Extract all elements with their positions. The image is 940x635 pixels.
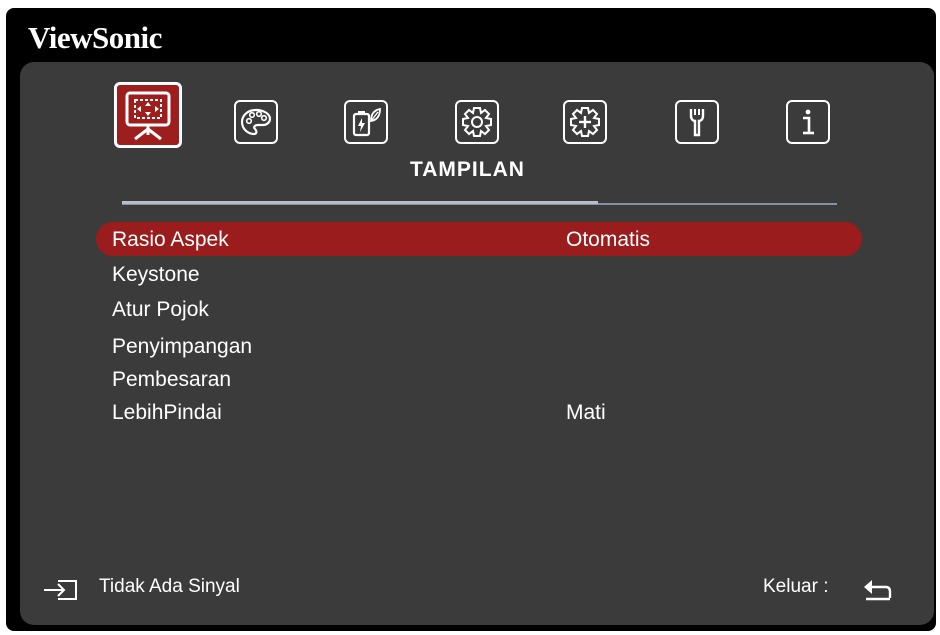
palette-icon <box>240 108 272 136</box>
menu-item-value: Mati <box>566 401 606 424</box>
menu-item-label: Atur Pojok <box>112 298 209 321</box>
source-status-text: Tidak Ada Sinyal <box>99 576 240 597</box>
tab-color[interactable] <box>234 100 278 144</box>
section-title: TAMPILAN <box>410 158 525 181</box>
brand-logo: ViewSonic <box>28 20 162 55</box>
menu-item-label: Rasio Aspek <box>112 228 229 251</box>
exit-label[interactable]: Keluar : <box>763 576 828 598</box>
menu-item-value: Otomatis <box>566 228 651 251</box>
display-icon <box>125 91 171 141</box>
advanced-gear-icon <box>570 107 600 137</box>
power-management-icon <box>352 107 381 137</box>
divider-highlight-line <box>122 201 598 204</box>
tab-basic-settings[interactable] <box>455 100 499 144</box>
tab-information[interactable] <box>786 100 830 144</box>
wrench-icon <box>689 109 705 137</box>
settings-gear-icon <box>462 107 492 137</box>
info-icon <box>803 109 814 135</box>
tab-system[interactable] <box>675 100 719 144</box>
tab-advanced-settings[interactable] <box>563 100 607 144</box>
tab-power[interactable] <box>344 100 388 144</box>
return-arrow-icon[interactable] <box>860 578 894 602</box>
menu-item-label: Pembesaran <box>112 368 232 391</box>
menu-item-label: Keystone <box>112 263 200 286</box>
menu-item-label: Penyimpangan <box>112 335 253 358</box>
input-source-icon <box>44 580 77 600</box>
tab-display[interactable] <box>114 82 182 148</box>
menu-item-label: LebihPindai <box>112 401 222 424</box>
